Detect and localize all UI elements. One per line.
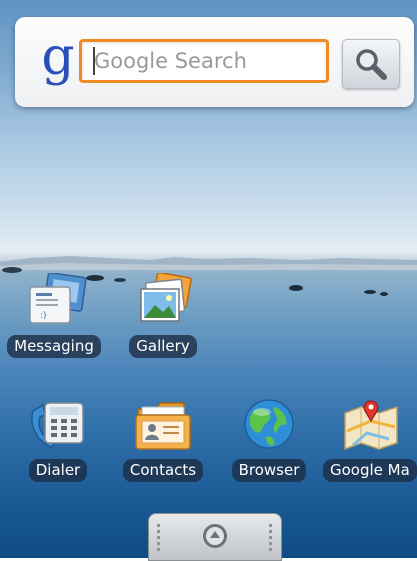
text-cursor [93, 47, 95, 75]
map-icon [344, 400, 398, 451]
search-input[interactable] [79, 39, 329, 83]
contacts-icon [135, 402, 191, 450]
app-label-messaging-text: Messaging [7, 335, 101, 358]
app-google-maps[interactable]: Google Ma [323, 397, 417, 487]
app-label-messaging: Messaging [4, 335, 104, 358]
app-label-google-maps: Google Ma [323, 459, 417, 482]
app-label-dialer: Dialer [8, 459, 108, 482]
google-search-widget: g [15, 17, 414, 107]
search-button[interactable] [342, 39, 400, 89]
app-label-gallery: Gallery [113, 335, 213, 358]
app-label-browser-text: Browser [231, 459, 307, 482]
arrow-up-icon [210, 531, 220, 538]
grip-dots-right-icon [269, 524, 272, 551]
app-label-gallery-text: Gallery [129, 335, 197, 358]
google-logo-icon: g [41, 27, 75, 87]
messaging-icon: :) [29, 273, 87, 324]
magnifier-icon [356, 49, 387, 80]
app-messaging[interactable]: :) Messaging [4, 273, 104, 363]
app-contacts[interactable]: Contacts [113, 397, 213, 487]
svg-text::): :) [40, 311, 47, 321]
app-label-contacts: Contacts [113, 459, 213, 482]
app-label-google-maps-text: Google Ma [323, 459, 417, 482]
grip-dots-left-icon [157, 524, 160, 551]
app-label-browser: Browser [219, 459, 319, 482]
app-label-contacts-text: Contacts [122, 459, 204, 482]
app-gallery[interactable]: Gallery [113, 273, 213, 363]
app-label-dialer-text: Dialer [28, 459, 88, 482]
app-dialer[interactable]: Dialer [8, 397, 108, 487]
app-drawer-handle[interactable] [148, 513, 282, 561]
app-browser[interactable]: Browser [219, 397, 319, 487]
globe-icon [244, 399, 294, 449]
phone-icon [31, 402, 84, 448]
gallery-icon [140, 273, 192, 322]
app-drawer-arrow-icon [203, 524, 227, 548]
